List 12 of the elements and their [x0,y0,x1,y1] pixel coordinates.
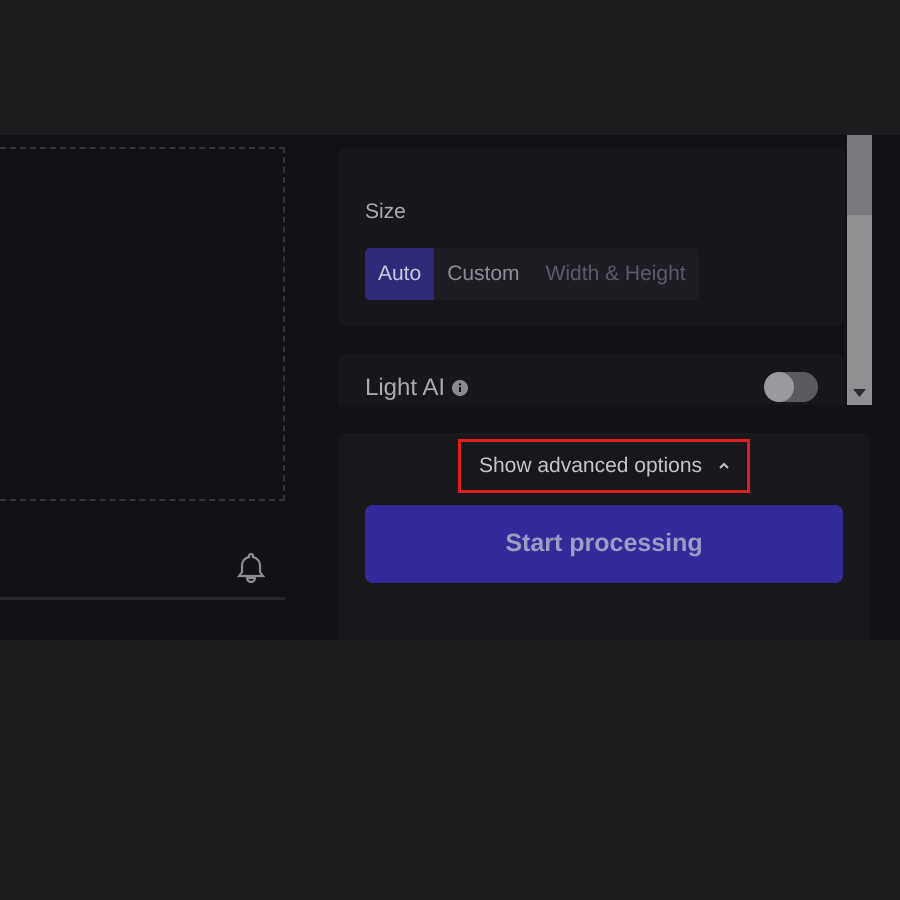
size-option[interactable]: Custom [434,248,533,300]
info-icon[interactable] [451,378,470,397]
size-label: Size [365,199,407,225]
bell-icon[interactable] [237,551,265,583]
scroll-down-icon[interactable] [853,389,866,397]
light-ai-label: Light AI [365,373,446,403]
caret-icon [718,462,730,470]
size-option[interactable]: Auto [365,248,434,300]
scrollbar[interactable] [847,135,872,405]
start-processing-button[interactable]: Start processing [365,504,843,582]
light-ai-toggle[interactable] [764,372,818,402]
advanced-options-toggle[interactable]: Show advanced options [458,439,750,492]
